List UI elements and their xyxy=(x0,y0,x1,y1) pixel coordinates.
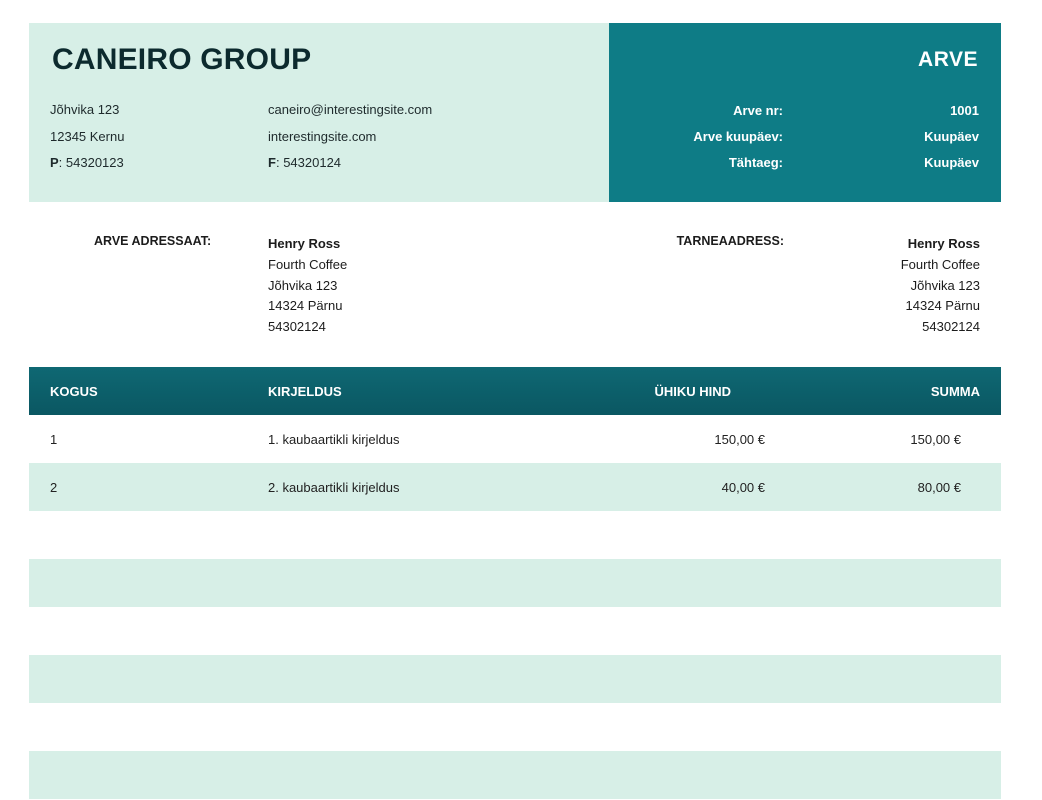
due-date-value: Kuupäev xyxy=(924,155,979,170)
ship-to-city: 14324 Pärnu xyxy=(905,298,980,314)
row-unit-price: 40,00 € xyxy=(721,480,765,495)
bill-to-street: Jõhvika 123 xyxy=(268,277,338,293)
company-address-line1: Jõhvika 123 xyxy=(50,102,120,117)
due-date-label: Tähtaeg: xyxy=(728,155,783,170)
bill-to-name: Henry Ross xyxy=(268,236,341,251)
fax-label: F xyxy=(268,155,276,170)
items-table-body: 1 1. kaubaartikli kirjeldus 150,00 € 150… xyxy=(29,415,1001,799)
company-website[interactable]: interestingsite.com xyxy=(268,129,432,156)
bill-to-phone: 54302124 xyxy=(268,319,326,335)
invoice-date-value: Kuupäev xyxy=(924,129,979,144)
phone-label: P xyxy=(50,155,59,170)
row-description: 2. kaubaartikli kirjeldus xyxy=(268,480,400,495)
invoice-date-row: Arve kuupäev: Kuupäev xyxy=(609,129,1001,145)
table-row: 2 2. kaubaartikli kirjeldus 40,00 € 80,0… xyxy=(29,463,1001,511)
company-contact-column: caneiro@interestingsite.com interestings… xyxy=(268,102,432,182)
invoice-page: CANEIRO GROUP Jõhvika 123 12345 Kernu P:… xyxy=(29,23,1001,799)
company-fax: F: 54320124 xyxy=(268,155,342,170)
row-quantity: 2 xyxy=(50,480,58,495)
table-row xyxy=(29,511,1001,559)
bill-to-address: Henry Ross Fourth Coffee Jõhvika 123 143… xyxy=(268,234,347,338)
table-row xyxy=(29,655,1001,703)
company-email[interactable]: caneiro@interestingsite.com xyxy=(268,102,432,129)
due-date-row: Tähtaeg: Kuupäev xyxy=(609,155,1001,171)
header-unit-price: ÜHIKU HIND xyxy=(654,384,731,399)
items-table-header: KOGUS KIRJELDUS ÜHIKU HIND SUMMA xyxy=(29,367,1001,415)
bill-to-city: 14324 Pärnu xyxy=(268,298,343,314)
fax-value: 54320124 xyxy=(283,155,342,170)
ship-to-street: Jõhvika 123 xyxy=(910,277,980,293)
ship-to-name: Henry Ross xyxy=(907,236,980,251)
header-quantity: KOGUS xyxy=(50,384,98,399)
header-total: SUMMA xyxy=(930,384,980,399)
bill-to-company: Fourth Coffee xyxy=(268,256,348,272)
row-description: 1. kaubaartikli kirjeldus xyxy=(268,432,400,447)
ship-to-company: Fourth Coffee xyxy=(900,256,980,272)
invoice-title: ARVE xyxy=(918,48,978,71)
company-address-column: Jõhvika 123 12345 Kernu P: 54320123 xyxy=(50,102,124,182)
ship-to-label: TARNEAADRESS: xyxy=(676,234,784,248)
phone-value: 54320123 xyxy=(65,155,124,170)
invoice-number-value: 1001 xyxy=(950,103,979,118)
ship-to-address: Henry Ross Fourth Coffee Jõhvika 123 143… xyxy=(901,234,980,338)
row-total: 150,00 € xyxy=(910,432,961,447)
ship-to-phone: 54302124 xyxy=(922,319,980,335)
invoice-date-label: Arve kuupäev: xyxy=(693,129,783,144)
header-description: KIRJELDUS xyxy=(268,384,342,399)
row-total: 80,00 € xyxy=(917,480,961,495)
row-unit-price: 150,00 € xyxy=(714,432,765,447)
table-row xyxy=(29,607,1001,655)
invoice-number-label: Arve nr: xyxy=(733,103,783,118)
company-name: CANEIRO GROUP xyxy=(52,43,312,76)
company-panel: CANEIRO GROUP Jõhvika 123 12345 Kernu P:… xyxy=(29,23,609,202)
company-phone: P: 54320123 xyxy=(50,155,124,170)
address-section: ARVE ADRESSAAT: Henry Ross Fourth Coffee… xyxy=(29,202,1001,367)
invoice-header: CANEIRO GROUP Jõhvika 123 12345 Kernu P:… xyxy=(29,23,1001,202)
table-row: 1 1. kaubaartikli kirjeldus 150,00 € 150… xyxy=(29,415,1001,463)
invoice-number-row: Arve nr: 1001 xyxy=(609,103,1001,119)
table-row xyxy=(29,703,1001,751)
row-quantity: 1 xyxy=(50,432,58,447)
invoice-meta-panel: ARVE Arve nr: 1001 Arve kuupäev: Kuupäev… xyxy=(609,23,1001,202)
company-address-line2: 12345 Kernu xyxy=(50,128,125,144)
bill-to-label: ARVE ADRESSAAT: xyxy=(94,234,212,248)
table-row xyxy=(29,559,1001,607)
table-row xyxy=(29,751,1001,799)
